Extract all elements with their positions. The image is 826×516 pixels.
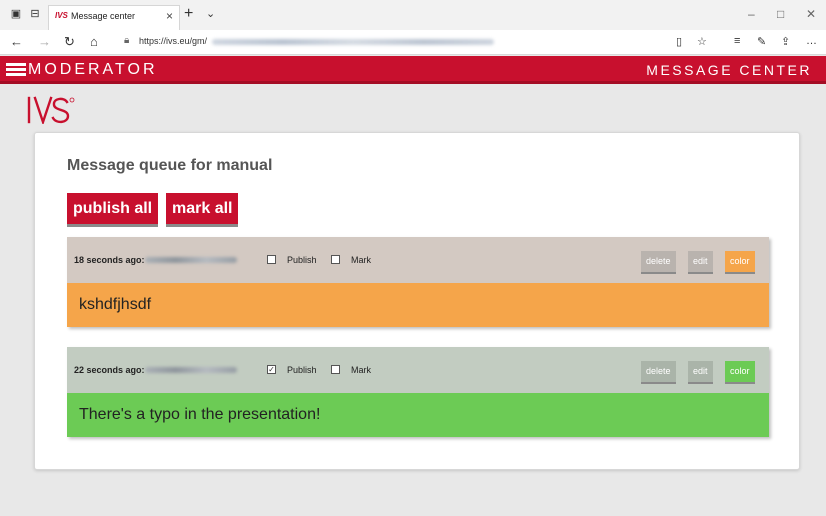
url-redacted <box>212 39 494 45</box>
mark-label: Mark <box>351 365 371 375</box>
tab-close-icon[interactable]: × <box>166 9 173 23</box>
window-close-icon[interactable]: ✕ <box>806 7 816 21</box>
message-header: 22 seconds ago: ✓ Publish Mark delete ed… <box>67 347 769 393</box>
url-field[interactable]: https://ivs.eu/gm/ <box>139 36 207 46</box>
message-queue-card: Message queue for manual publish all mar… <box>34 132 800 470</box>
refresh-icon[interactable]: ↻ <box>64 34 75 50</box>
mark-label: Mark <box>351 255 371 265</box>
message-header: 18 seconds ago: Publish Mark delete edit… <box>67 237 769 283</box>
new-tab-icon[interactable]: + <box>184 5 193 23</box>
edit-button[interactable]: edit <box>688 361 713 382</box>
publish-label: Publish <box>287 365 317 375</box>
address-bar: ← → ↻ ⌂ 🔒︎ https://ivs.eu/gm/ ▯ ☆ ≡ ✎ ⇪ … <box>0 30 826 55</box>
message-text: There's a typo in the presentation! <box>67 393 769 437</box>
mark-checkbox[interactable] <box>331 365 340 374</box>
message-text: kshdfjhsdf <box>67 283 769 327</box>
mark-checkbox[interactable] <box>331 255 340 264</box>
browser-tab[interactable]: IVS Message center × <box>48 5 180 30</box>
publish-all-button[interactable]: publish all <box>67 193 159 224</box>
message-time: 18 seconds ago: <box>74 255 145 265</box>
publish-label: Publish <box>287 255 317 265</box>
chevron-down-icon[interactable]: ⌄ <box>206 7 215 20</box>
app-brand: MODERATOR <box>28 61 158 78</box>
sender-redacted <box>145 257 237 263</box>
color-button[interactable]: color <box>725 361 755 382</box>
lock-icon: 🔒︎ <box>124 35 130 46</box>
tab-favicon-icon: IVS <box>55 11 68 20</box>
publish-checkbox[interactable]: ✓ <box>267 365 276 374</box>
maximize-icon[interactable]: □ <box>777 7 784 21</box>
message-item: 22 seconds ago: ✓ Publish Mark delete ed… <box>67 347 769 437</box>
ivs-logo <box>27 96 75 124</box>
forward-arrow-icon[interactable]: → <box>38 34 51 49</box>
more-icon[interactable]: … <box>806 35 817 47</box>
sender-redacted <box>145 367 237 373</box>
back-arrow-icon[interactable]: ← <box>10 34 23 49</box>
section-title: MESSAGE CENTER <box>646 62 812 78</box>
home-icon[interactable]: ⌂ <box>90 34 98 49</box>
hamburger-menu-icon[interactable] <box>6 63 26 77</box>
share-icon[interactable]: ⇪ <box>781 35 790 48</box>
app-header: MODERATOR MESSAGE CENTER <box>0 56 826 84</box>
set-aside-tabs-icon[interactable]: ⊟ <box>29 8 41 20</box>
edit-button[interactable]: edit <box>688 251 713 272</box>
mark-all-button[interactable]: mark all <box>166 193 239 224</box>
tab-title: Message center <box>71 11 136 21</box>
tab-actions-icon[interactable]: ▣ <box>10 8 22 20</box>
favorite-star-icon[interactable]: ☆ <box>697 35 707 48</box>
message-item: 18 seconds ago: Publish Mark delete edit… <box>67 237 769 327</box>
color-button[interactable]: color <box>725 251 755 272</box>
minimize-icon[interactable]: – <box>748 7 755 21</box>
delete-button[interactable]: delete <box>641 251 676 272</box>
message-time: 22 seconds ago: <box>74 365 145 375</box>
publish-checkbox[interactable] <box>267 255 276 264</box>
delete-button[interactable]: delete <box>641 361 676 382</box>
browser-tab-bar: ▣ ⊟ IVS Message center × + ⌄ – □ ✕ <box>0 0 826 30</box>
favorites-list-icon[interactable]: ≡ <box>734 35 740 47</box>
reading-view-icon[interactable]: ▯ <box>676 35 682 48</box>
pen-icon[interactable]: ✎ <box>757 35 766 48</box>
queue-title: Message queue for manual <box>67 157 273 174</box>
